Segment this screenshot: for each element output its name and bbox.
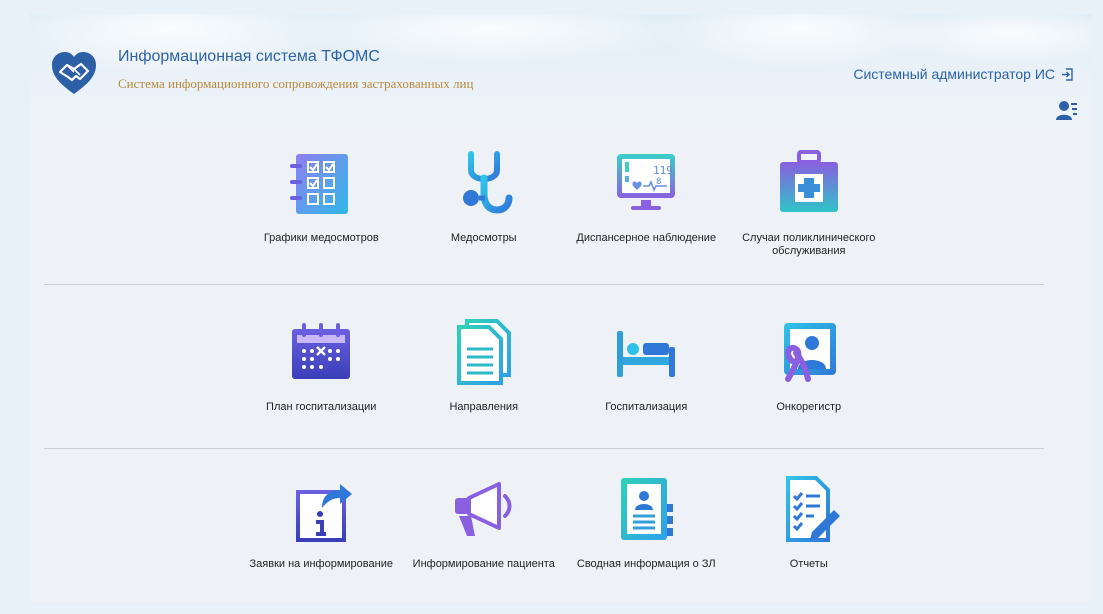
tile-polyclinic-cases[interactable]: Случаи поликлинического обслуживания [728,148,891,258]
tile-hospitalization-plan[interactable]: План госпитализации [240,317,403,414]
tile-label: Онкорегистр [776,401,842,413]
tile-label: Случаи поликлинического обслуживания [742,232,876,257]
tile-label: Диспансерное наблюдение [576,232,717,244]
tile-label: Госпитализация [605,401,688,413]
tile-reports[interactable]: Отчеты [728,474,891,571]
tile-dispensary-observation[interactable]: 119 8 Диспансерное наблюдение [565,148,728,258]
tile-label: Графики медосмотров [263,232,379,244]
app-subtitle: Система информационного сопровождения за… [118,76,474,91]
menu-row-2: План госпитализации Направления Госпитал… [240,317,890,414]
calendar-icon [292,323,351,379]
tile-label: Медосмотры [450,232,517,244]
megaphone-icon [454,482,512,536]
handshake-heart-logo-icon [52,52,96,94]
stethoscope-icon [462,151,513,214]
tile-label: План госпитализации [266,401,377,413]
row-divider [44,284,1044,285]
hospital-bed-icon [617,331,676,377]
tile-label: Информирование пациента [412,558,555,570]
row-divider [44,448,1044,449]
tile-oncology-register[interactable]: Онкорегистр [728,317,891,414]
svg-text:8: 8 [656,177,661,187]
tile-exam-schedules[interactable]: Графики медосмотров [240,148,403,258]
svg-text:119: 119 [653,164,673,177]
schedule-checklist-icon [290,154,349,214]
first-aid-kit-icon [779,150,838,212]
user-menu[interactable]: Системный администратор ИС [853,66,1074,82]
user-name[interactable]: Системный администратор ИС [853,66,1055,82]
menu-row-3: Заявки на информирование Информирование … [240,474,890,571]
tile-summary-info[interactable]: Сводная информация о ЗЛ [565,474,728,571]
tile-patient-informing[interactable]: Информирование пациента [403,474,566,571]
header: Информационная система ТФОМС Система инф… [30,14,1092,124]
tile-label: Заявки на информирование [249,558,393,570]
menu-row-1: Графики медосмотров Медосмотры 119 8 Дис… [240,148,890,258]
info-share-icon [296,484,353,542]
tile-label: Направления [449,401,519,413]
tile-hospitalization[interactable]: Госпитализация [565,317,728,414]
report-icon [785,476,840,542]
users-list-icon[interactable] [1056,99,1078,121]
tile-label: Сводная информация о ЗЛ [576,558,716,570]
oncology-ribbon-icon [783,323,836,382]
tile-label: Отчеты [789,558,828,570]
heart-monitor-icon: 119 8 [617,154,676,210]
tile-referrals[interactable]: Направления [403,317,566,414]
document-icon [456,319,511,385]
tile-info-requests[interactable]: Заявки на информирование [240,474,403,571]
logout-icon[interactable] [1061,67,1074,81]
tile-medical-exams[interactable]: Медосмотры [403,148,566,258]
app-frame: Информационная система ТФОМС Система инф… [30,14,1092,602]
app-title: Информационная система ТФОМС [118,48,380,65]
patient-card-icon [621,478,674,540]
